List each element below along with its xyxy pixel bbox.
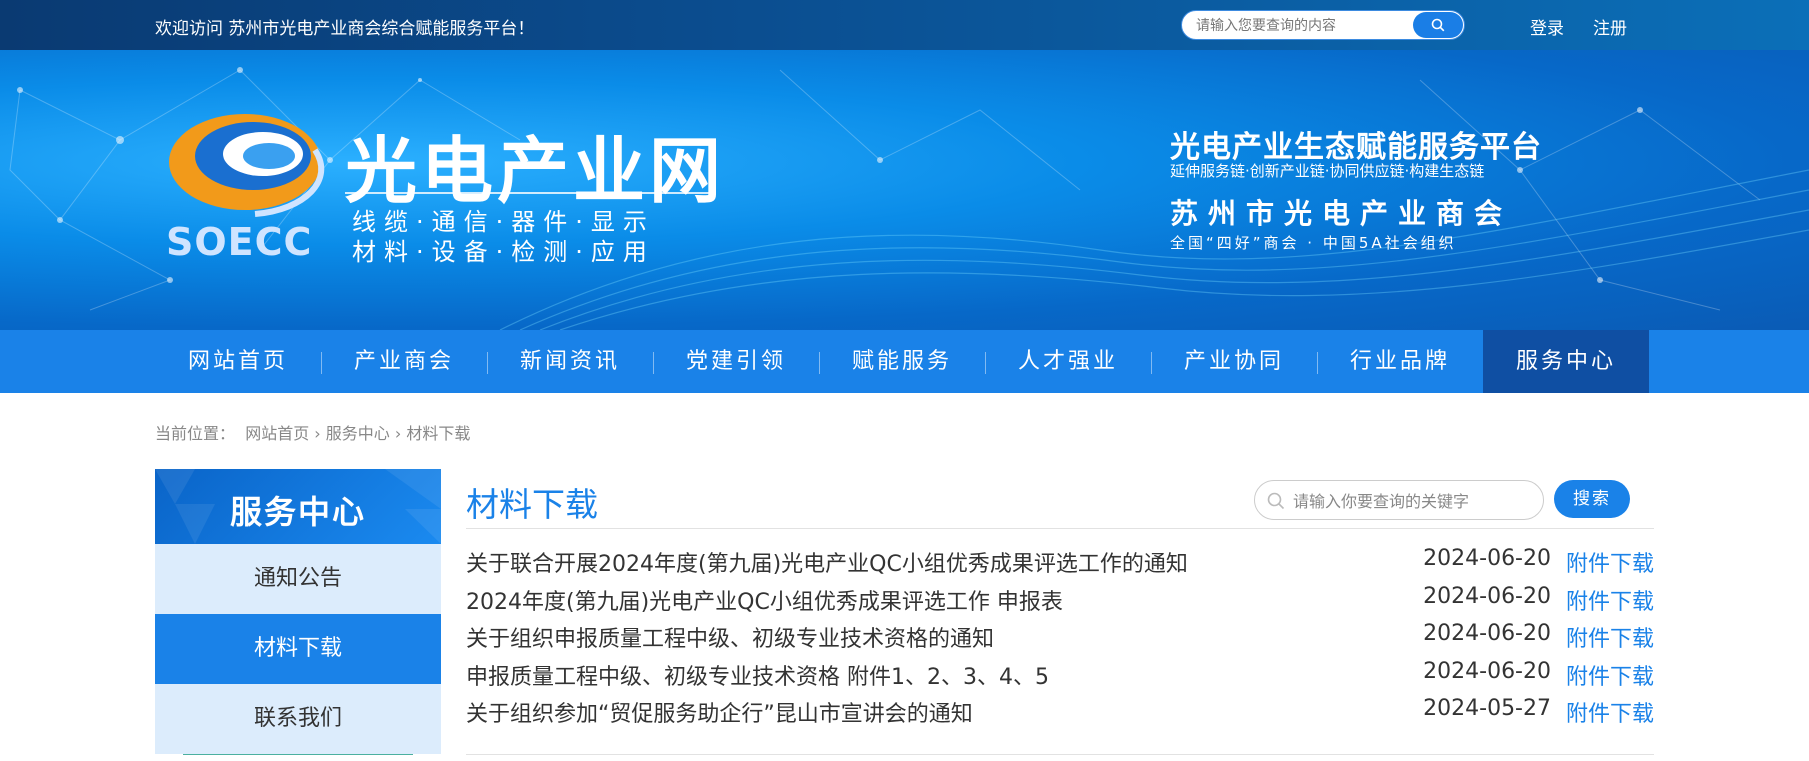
search-icon bbox=[1431, 18, 1445, 32]
list-item-date: 2024-06-20 bbox=[1423, 621, 1551, 646]
content-search-input[interactable] bbox=[1293, 490, 1533, 512]
search-icon bbox=[1267, 492, 1285, 510]
breadcrumb-label: 当前位置： bbox=[155, 424, 236, 443]
title-divider bbox=[466, 528, 1654, 529]
list-item-date: 2024-06-20 bbox=[1423, 546, 1551, 571]
attachment-download-link[interactable]: 附件下载 bbox=[1566, 621, 1654, 653]
main-navigation: 网站首页 产业商会 新闻资讯 党建引领 赋能服务 人才强业 产业协同 行业品牌 … bbox=[0, 330, 1809, 393]
list-bottom-divider bbox=[466, 754, 1654, 755]
attachment-download-link[interactable]: 附件下载 bbox=[1566, 659, 1654, 691]
platform-slogan-subtitle: 延伸服务链·创新产业链·协同供应链·构建生态链 bbox=[1170, 162, 1485, 180]
sidebar-header: 服务中心 bbox=[155, 469, 441, 544]
sidebar-item-downloads[interactable]: 材料下载 bbox=[155, 614, 441, 684]
nav-item-home[interactable]: 网站首页 bbox=[155, 330, 321, 393]
list-item: 申报质量工程中级、初级专业技术资格 附件1、2、3、4、5 2024-06-20… bbox=[466, 655, 1654, 693]
content-search-box bbox=[1254, 480, 1544, 520]
top-bar: 欢迎访问 苏州市光电产业商会综合赋能服务平台！ 登录 注册 bbox=[0, 0, 1809, 50]
nav-item-chamber[interactable]: 产业商会 bbox=[321, 330, 487, 393]
attachment-download-link[interactable]: 附件下载 bbox=[1566, 546, 1654, 578]
nav-item-talent[interactable]: 人才强业 bbox=[985, 330, 1151, 393]
list-item-title[interactable]: 关于组织参加“贸促服务助企行”昆山市宣讲会的通知 bbox=[466, 696, 973, 728]
download-list: 关于联合开展2024年度(第九届)光电产业QC小组优秀成果评选工作的通知 202… bbox=[466, 542, 1654, 730]
register-link[interactable]: 注册 bbox=[1593, 14, 1627, 39]
attachment-download-link[interactable]: 附件下载 bbox=[1566, 584, 1654, 616]
logo-tagline-2: 材料·设备·检测·应用 bbox=[352, 238, 655, 266]
list-item-title[interactable]: 关于组织申报质量工程中级、初级专业技术资格的通知 bbox=[466, 621, 994, 653]
sidebar: 服务中心 通知公告 材料下载 联系我们 bbox=[155, 469, 441, 755]
logo-underline bbox=[345, 192, 715, 194]
nav-item-party[interactable]: 党建引领 bbox=[653, 330, 819, 393]
nav-item-news[interactable]: 新闻资讯 bbox=[487, 330, 653, 393]
sidebar-item-contact[interactable]: 联系我们 bbox=[155, 684, 441, 754]
nav-item-service-center[interactable]: 服务中心 bbox=[1483, 330, 1649, 393]
top-search-input[interactable] bbox=[1196, 16, 1411, 36]
list-item-date: 2024-05-27 bbox=[1423, 696, 1551, 721]
login-link[interactable]: 登录 bbox=[1530, 14, 1564, 39]
sidebar-item-notices[interactable]: 通知公告 bbox=[155, 544, 441, 614]
breadcrumb: 当前位置： 网站首页 › 服务中心 › 材料下载 bbox=[155, 420, 470, 444]
list-item-title[interactable]: 申报质量工程中级、初级专业技术资格 附件1、2、3、4、5 bbox=[466, 659, 1049, 691]
sidebar-divider bbox=[183, 754, 413, 755]
list-item: 关于联合开展2024年度(第九届)光电产业QC小组优秀成果评选工作的通知 202… bbox=[466, 542, 1654, 580]
list-item-date: 2024-06-20 bbox=[1423, 583, 1551, 609]
content-search-button[interactable]: 搜索 bbox=[1554, 480, 1630, 518]
logo-abbreviation: SOECC bbox=[166, 220, 313, 264]
list-item: 关于组织参加“贸促服务助企行”昆山市宣讲会的通知 2024-05-27 附件下载 bbox=[466, 692, 1654, 730]
page-title: 材料下载 bbox=[466, 485, 598, 524]
list-item: 2024年度(第九届)光电产业QC小组优秀成果评选工作 申报表 2024-06-… bbox=[466, 580, 1654, 618]
soecc-logo-icon bbox=[169, 114, 325, 217]
welcome-text: 欢迎访问 苏州市光电产业商会综合赋能服务平台！ bbox=[155, 19, 535, 39]
top-search-box bbox=[1181, 10, 1465, 40]
nav-item-brand[interactable]: 行业品牌 bbox=[1317, 330, 1483, 393]
nav-item-collaboration[interactable]: 产业协同 bbox=[1151, 330, 1317, 393]
organization-honor: 全国“四好”商会 · 中国5A社会组织 bbox=[1170, 234, 1457, 252]
attachment-download-link[interactable]: 附件下载 bbox=[1566, 696, 1654, 728]
sidebar-title: 服务中心 bbox=[229, 493, 366, 531]
nav-items: 网站首页 产业商会 新闻资讯 党建引领 赋能服务 人才强业 产业协同 行业品牌 … bbox=[155, 330, 1649, 393]
nav-item-empower[interactable]: 赋能服务 bbox=[819, 330, 985, 393]
organization-name: 苏州市光电产业商会 bbox=[1170, 197, 1513, 230]
list-item-date: 2024-06-20 bbox=[1423, 658, 1551, 684]
header-banner: SOECC 光电产业网 线缆·通信·器件·显示 材料·设备·检测·应用 光电产业… bbox=[0, 50, 1809, 330]
list-item-title[interactable]: 2024年度(第九届)光电产业QC小组优秀成果评选工作 申报表 bbox=[466, 584, 1063, 616]
top-search-button[interactable] bbox=[1413, 12, 1463, 38]
list-item: 关于组织申报质量工程中级、初级专业技术资格的通知 2024-06-20 附件下载 bbox=[466, 617, 1654, 655]
list-item-title[interactable]: 关于联合开展2024年度(第九届)光电产业QC小组优秀成果评选工作的通知 bbox=[466, 546, 1188, 578]
breadcrumb-path[interactable]: 网站首页 › 服务中心 › 材料下载 bbox=[245, 424, 470, 443]
